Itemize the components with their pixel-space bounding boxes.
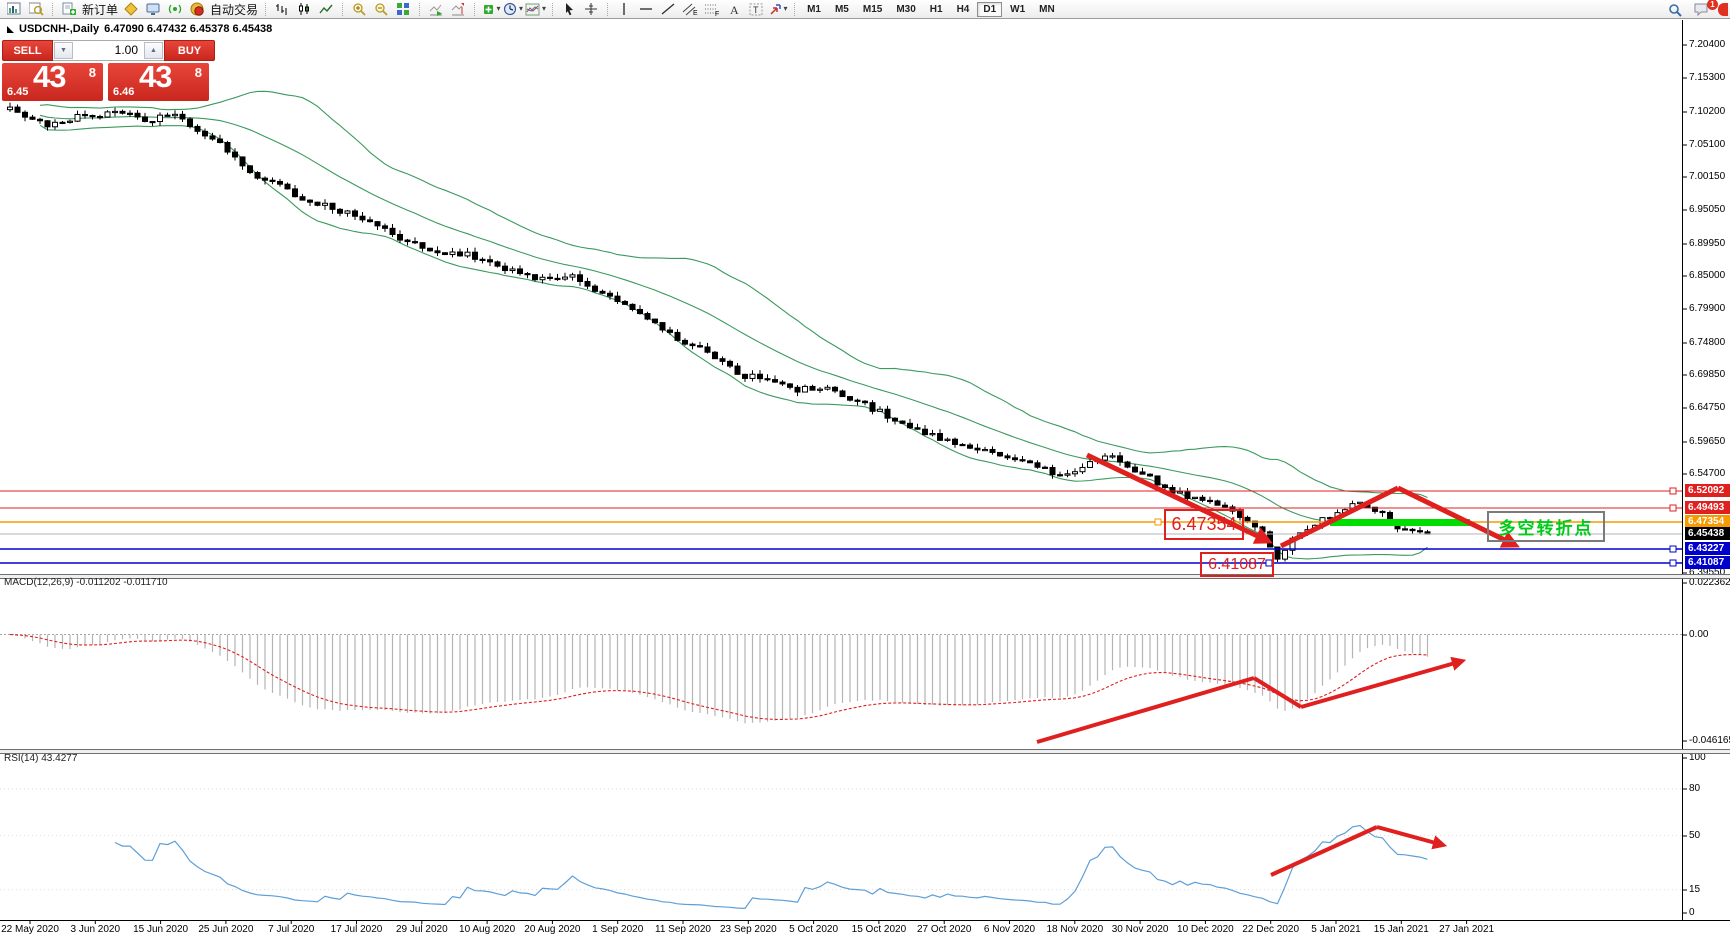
bollinger-upper-band [39, 90, 1428, 499]
rsi-pane-separator[interactable] [0, 749, 1730, 754]
sell-price-pip: 8 [88, 65, 96, 80]
buy-price-prefix: 6.46 [113, 86, 135, 98]
line-anchor-handle[interactable] [1154, 518, 1162, 526]
bollinger-lower-band [39, 124, 1428, 560]
trend-arrow[interactable] [1279, 485, 1400, 549]
sell-price-main: 43 [33, 59, 66, 94]
line-anchor-handle[interactable] [1669, 559, 1677, 567]
sell-price-prefix: 6.45 [7, 86, 29, 98]
mt4-application-window: 新订单 自动交易 ▾ ▾ ▾ E F A T ▾ M1 M5 M15 M30 H1 H4 D1 W1 MN 1 US… [0, 0, 1730, 942]
price-annotation-6-41087[interactable]: 6.41087 [1200, 552, 1274, 577]
macd-signal-line [9, 634, 1428, 720]
turning-point-annotation[interactable]: 多空转折点 [1487, 511, 1605, 542]
rsi-indicator-label: RSI(14) 43.4277 [4, 753, 78, 764]
trend-arrow[interactable] [1376, 825, 1448, 850]
symbol-period-label: USDCNH-,Daily [19, 23, 100, 35]
volume-increase-button[interactable]: ▲ [144, 42, 163, 59]
macd-indicator-label: MACD(12,26,9) -0.011202 -0.011710 [4, 577, 168, 588]
candlestick-series [7, 102, 1431, 563]
main-chart-canvas[interactable] [0, 0, 1730, 942]
volume-stepper: ▼ 1.00 ▲ [53, 40, 164, 61]
chart-window-icon [7, 25, 14, 33]
line-anchor-handle[interactable] [1669, 545, 1677, 553]
line-anchor-handle[interactable] [1669, 504, 1677, 512]
trend-arrow[interactable] [1036, 676, 1255, 744]
green-highlight-bar[interactable] [1330, 519, 1470, 526]
buy-price-main: 43 [139, 59, 172, 94]
ohlc-values: 6.47090 6.47432 6.45378 6.45438 [104, 23, 273, 35]
buy-price-tile[interactable]: 6.46 43 8 [108, 59, 209, 101]
one-click-trading-panel: SELL ▼ 1.00 ▲ BUY 6.45 43 8 6.46 43 8 [2, 40, 215, 101]
rsi-line [114, 824, 1428, 910]
sell-price-tile[interactable]: 6.45 43 8 [2, 59, 103, 101]
bollinger-middle-band [39, 114, 1428, 525]
sell-button[interactable]: SELL [2, 40, 53, 61]
trend-arrow[interactable] [1270, 825, 1378, 877]
volume-value[interactable]: 1.00 [74, 41, 143, 60]
trend-arrow[interactable] [1300, 656, 1467, 709]
buy-price-pip: 8 [194, 65, 202, 80]
line-anchor-handle[interactable] [1669, 487, 1677, 495]
buy-button[interactable]: BUY [164, 40, 215, 61]
price-annotation-6-47354[interactable]: 6.47354 [1164, 509, 1244, 540]
chart-window-title: USDCNH-,Daily 6.47090 6.47432 6.45378 6.… [7, 23, 272, 35]
macd-pane-separator[interactable] [0, 574, 1730, 579]
volume-decrease-button[interactable]: ▼ [54, 42, 73, 59]
